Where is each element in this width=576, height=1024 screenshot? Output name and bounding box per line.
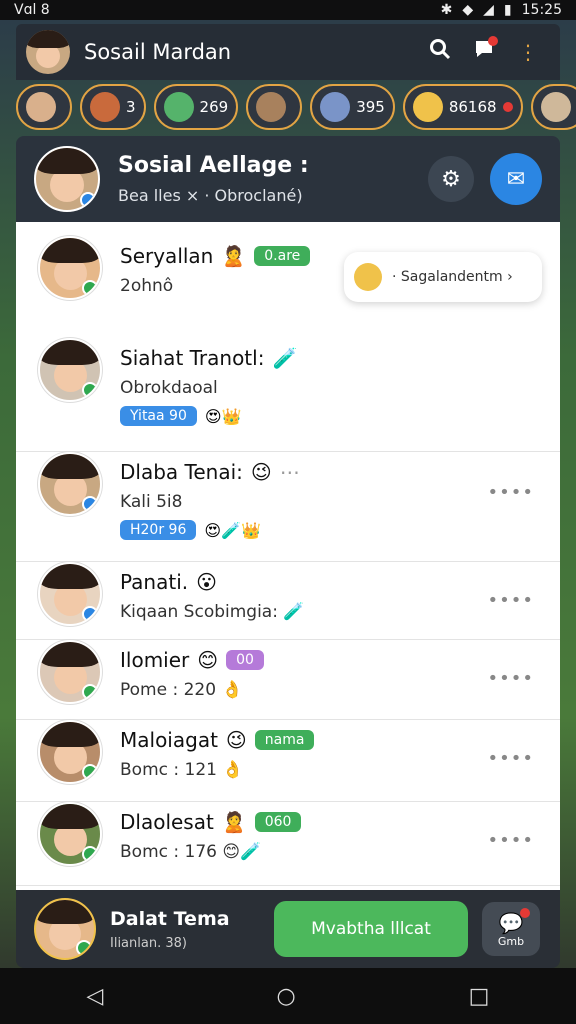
list-item[interactable]: Ilomier 😊 00 Pome : 220 👌 •••• <box>16 640 560 720</box>
contact-avatar <box>38 236 102 300</box>
header-avatar[interactable] <box>34 146 100 212</box>
story-item[interactable] <box>530 84 576 130</box>
bottom-subtitle: Ilianlan. 38) <box>110 935 187 951</box>
status-time: 15:25 <box>521 2 562 18</box>
emoji-icon: 😍👑 <box>204 406 242 426</box>
fab-label: Gmb <box>497 934 525 948</box>
status-badge: 0.are <box>254 246 311 266</box>
more-horiz-icon[interactable]: •••• <box>488 748 534 769</box>
story-item[interactable] <box>246 84 303 130</box>
contact-name: Panati. <box>120 570 189 594</box>
wifi-icon: ◆ <box>462 2 474 18</box>
emoji-icon: 🧪 <box>272 346 298 370</box>
header-subtitle: Bea lles × · Obroclané) <box>118 186 303 205</box>
emoji-icon: 😉 <box>250 460 272 484</box>
contact-name: Seryallan <box>120 244 214 268</box>
status-badge: Yitaa 90 <box>120 406 197 426</box>
contact-name: Siahat Tranotl: <box>120 346 265 370</box>
more-horiz-icon[interactable]: •••• <box>488 590 534 611</box>
contact-name: Dlaba Tenai: <box>120 460 243 484</box>
contact-list: Seryallan 🙎 0.are 2ohnô · Sagalandentm › S… <box>16 222 560 890</box>
recents-icon[interactable]: □ <box>469 984 490 1009</box>
status-left-text: Vɑl 8 <box>14 2 50 18</box>
bottom-avatar[interactable] <box>34 898 96 960</box>
list-item[interactable]: Siahat Tranotl: 🧪 Obrokdaoal Yitaa 90 😍👑 <box>16 338 560 452</box>
back-icon[interactable]: ◁ <box>87 984 104 1009</box>
contact-name: Ilomier <box>120 648 190 672</box>
list-item[interactable]: Dlaba Tenai: 😉 ⋯ Kali 5i8 H20r 96 😍🧪👑 •••• <box>16 452 560 562</box>
conversation-header: Sosial Aellage : Bea lles × · Obroclané)… <box>16 136 560 222</box>
contact-avatar <box>38 338 102 402</box>
settings-button[interactable]: ⚙ <box>428 156 474 202</box>
story-item[interactable]: 86168 <box>402 84 523 130</box>
contact-name: Dlaolesat <box>120 810 214 834</box>
list-item[interactable]: Maloiagat 😉 nama Bomc : 121 👌 •••• <box>16 720 560 802</box>
typing-icon: ⋯ <box>279 460 300 484</box>
contact-avatar <box>38 640 102 704</box>
story-item[interactable] <box>16 84 72 130</box>
more-horiz-icon[interactable]: •••• <box>488 668 534 689</box>
contact-subtitle: Obrokdaoal <box>120 378 218 398</box>
notification-dot <box>520 908 530 918</box>
gear-icon: ⚙ <box>441 166 461 192</box>
suggestion-chip[interactable]: · Sagalandentm › <box>344 252 542 302</box>
signal-icon: ◢ <box>483 2 494 18</box>
more-vert-icon[interactable]: ⋮ <box>506 40 550 64</box>
app-bar: Sosail Mardan ⋮ <box>16 24 560 80</box>
chip-label: · Sagalandentm › <box>392 269 513 285</box>
contact-avatar <box>38 720 102 784</box>
header-title: Sosial Aellage : <box>118 153 309 178</box>
story-item[interactable]: 269 <box>153 84 239 130</box>
bluetooth-icon: ✱ <box>440 2 453 18</box>
app-title: Sosail Mardan <box>84 40 232 64</box>
status-badge: 00 <box>226 650 264 670</box>
more-horiz-icon[interactable]: •••• <box>488 482 534 503</box>
chip-avatar <box>354 263 382 291</box>
story-item[interactable]: 3 <box>80 84 146 130</box>
emoji-icon: 🙎 <box>221 810 247 834</box>
emoji-icon: 😉 <box>225 728 247 752</box>
chat-icon[interactable] <box>462 36 506 66</box>
bottom-name: Dalat Tema <box>110 907 230 930</box>
more-horiz-icon[interactable]: •••• <box>488 830 534 851</box>
compose-button[interactable]: ✉ <box>490 153 542 205</box>
emoji-icon: 😮 <box>196 570 217 594</box>
contact-avatar <box>38 562 102 626</box>
home-icon[interactable]: ○ <box>276 984 295 1009</box>
primary-action-button[interactable]: Mvabtha lllcat <box>274 901 468 957</box>
list-item[interactable]: Panati. 😮 Kiqaan Scobimgia: 🧪 •••• <box>16 562 560 640</box>
contact-name: Maloiagat <box>120 728 218 752</box>
profile-avatar[interactable] <box>26 30 70 74</box>
chat-fab-button[interactable]: 💬 Gmb <box>482 902 540 956</box>
stories-strip: 3 269 395 86168 <box>16 80 576 134</box>
message-icon: ✉ <box>506 166 526 192</box>
contact-avatar <box>38 452 102 516</box>
notification-dot <box>488 36 498 46</box>
search-icon[interactable] <box>418 38 462 66</box>
contact-avatar <box>38 802 102 866</box>
story-item[interactable]: 395 <box>310 84 395 130</box>
list-item[interactable]: Seryallan 🙎 0.are 2ohnô · Sagalandentm › <box>16 236 560 340</box>
status-badge: 060 <box>254 812 302 832</box>
status-badge: H20r 96 <box>120 520 197 540</box>
battery-icon: ▮ <box>503 2 512 18</box>
emoji-icon: 😊 <box>197 648 219 672</box>
status-icons: ✱ ◆ ◢ ▮ 15:25 <box>441 2 562 18</box>
status-badge: nama <box>254 730 315 750</box>
list-item[interactable]: Dlaolesat 🙎 060 Bomc : 176 😊🧪 •••• <box>16 802 560 886</box>
system-nav-bar: ◁ ○ □ <box>0 968 576 1024</box>
bottom-bar: Dalat Tema Ilianlan. 38) Mvabtha lllcat … <box>16 890 560 968</box>
emoji-icon: 🙎 <box>221 244 247 268</box>
status-bar: Vɑl 8 ✱ ◆ ◢ ▮ 15:25 <box>0 0 576 20</box>
emoji-icon: 😍🧪👑 <box>204 520 261 540</box>
